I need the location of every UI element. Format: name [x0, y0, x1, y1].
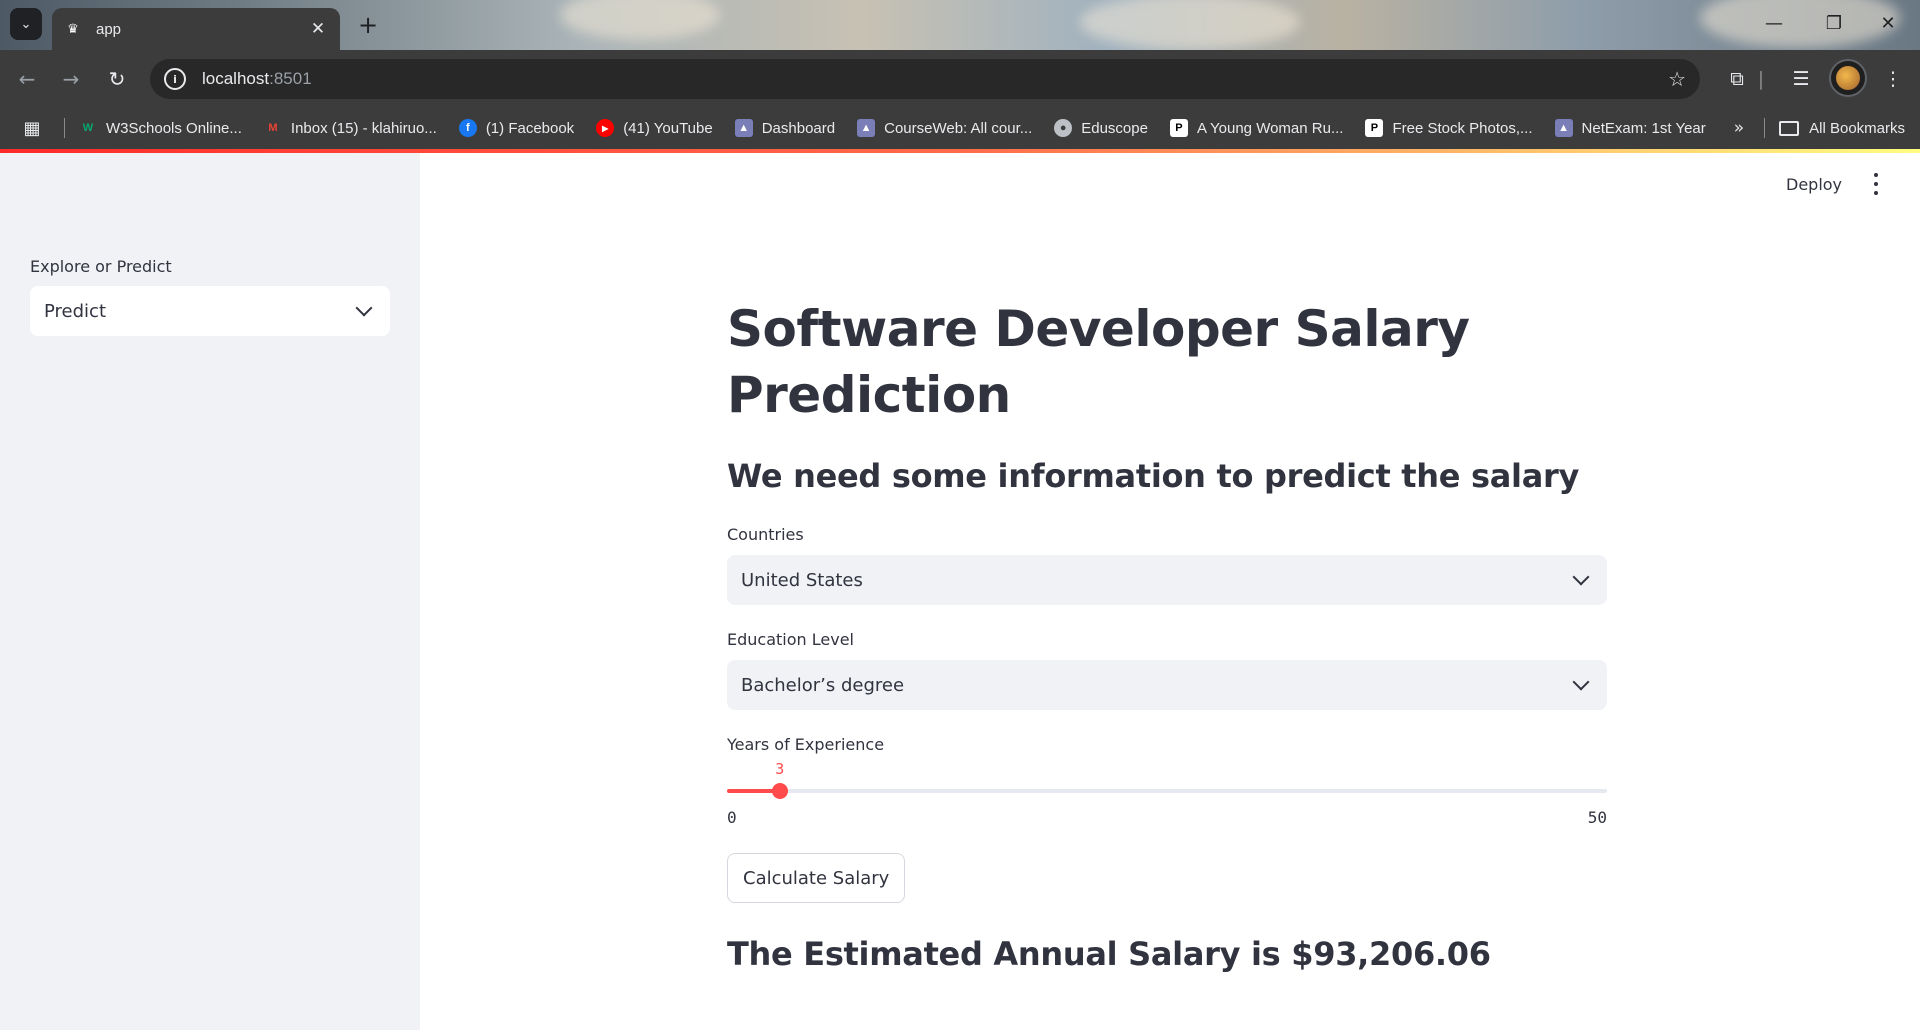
countries-select[interactable]: United States: [727, 555, 1607, 605]
bookmarks-bar: ▦ W W3Schools Online... M Inbox (15) - kla…: [0, 107, 1920, 149]
select-value: Predict: [44, 300, 106, 322]
bookmark-item[interactable]: P Free Stock Photos,...: [1365, 119, 1533, 137]
page-title: Software Developer Salary Prediction: [727, 300, 1470, 424]
bookmark-item[interactable]: W W3Schools Online...: [79, 119, 242, 137]
new-tab-button[interactable]: +: [354, 12, 382, 40]
close-icon[interactable]: ✕: [308, 19, 328, 39]
browser-tab-active[interactable]: ♛ app ✕: [52, 8, 340, 50]
bookmark-item[interactable]: ● Eduscope: [1054, 119, 1148, 137]
url-port: :8501: [269, 69, 312, 88]
url-host: localhost: [202, 69, 270, 88]
extensions-puzzle-icon[interactable]: ⧉: [1722, 64, 1752, 94]
bookmarks-divider: [64, 118, 65, 138]
university-icon: ▲: [734, 119, 753, 137]
countries-value: United States: [741, 569, 863, 591]
youtube-icon: ▶: [596, 119, 615, 137]
bookmark-label: Dashboard: [761, 119, 836, 137]
education-value: Bachelor’s degree: [741, 674, 905, 696]
sidebar: Explore or Predict Predict: [0, 153, 420, 1030]
deploy-button[interactable]: Deploy: [1786, 175, 1842, 194]
bookmark-label: Inbox (15) - klahiruo...: [290, 119, 437, 137]
profile-avatar[interactable]: [1829, 59, 1867, 97]
bookmark-item[interactable]: ▶ (41) YouTube: [596, 119, 713, 137]
pexels-icon: P: [1169, 119, 1188, 137]
browser-toolbar: ← → ↻ i localhost:8501 ☆ ⧉ | ☰ ⋮: [0, 50, 1920, 107]
bookmark-star-icon[interactable]: ☆: [1668, 67, 1686, 91]
chevron-down-icon: [1572, 568, 1590, 586]
window-close-button[interactable]: ✕: [1868, 10, 1908, 38]
university-icon: ▲: [1554, 119, 1573, 137]
page-subtitle: We need some information to predict the …: [727, 457, 1580, 495]
chevron-down-icon: ⌄: [20, 16, 32, 32]
address-bar[interactable]: i localhost:8501 ☆: [150, 59, 1700, 99]
sidebar-select-label: Explore or Predict: [30, 257, 172, 276]
university-icon: ▲: [857, 119, 876, 137]
tab-search-button[interactable]: ⌄: [10, 8, 42, 40]
main-menu-kebab-icon[interactable]: [1866, 171, 1886, 197]
education-label: Education Level: [727, 630, 854, 649]
experience-label: Years of Experience: [727, 735, 885, 754]
bookmark-label: A Young Woman Ru...: [1196, 119, 1344, 137]
all-bookmarks-button[interactable]: All Bookmarks: [1779, 120, 1905, 137]
countries-label: Countries: [727, 525, 804, 544]
bookmark-label: (1) Facebook: [485, 119, 575, 137]
slider-thumb[interactable]: [771, 783, 788, 799]
bookmark-item[interactable]: P A Young Woman Ru...: [1169, 119, 1344, 137]
bookmark-item[interactable]: ▲ NetExam: 1st Year: [1554, 119, 1706, 137]
folder-icon: [1779, 120, 1800, 136]
restore-button[interactable]: ❐: [1814, 10, 1854, 38]
avatar-image: [1836, 66, 1860, 90]
tab-title: app: [96, 20, 122, 38]
site-info-icon[interactable]: i: [164, 68, 186, 90]
main-content: Deploy Software Developer Salary Predict…: [420, 153, 1920, 1030]
experience-slider[interactable]: [727, 783, 1607, 799]
reload-icon[interactable]: ↻: [102, 64, 132, 94]
calculate-salary-button[interactable]: Calculate Salary: [727, 853, 906, 903]
bookmark-item[interactable]: f (1) Facebook: [458, 119, 575, 137]
browser-menu-icon[interactable]: ⋮: [1878, 64, 1908, 94]
pexels-icon: P: [1365, 119, 1384, 137]
back-arrow-icon[interactable]: ←: [12, 64, 42, 94]
explore-predict-select[interactable]: Predict: [30, 286, 390, 336]
slider-value: 3: [775, 760, 785, 778]
all-bookmarks-label: All Bookmarks: [1809, 119, 1906, 137]
streamlit-crown-icon: ♛: [67, 21, 79, 37]
wallpaper-cloud: [1080, 0, 1300, 50]
bookmark-label: Free Stock Photos,...: [1392, 119, 1533, 137]
bookmark-label: CourseWeb: All cour...: [884, 119, 1033, 137]
chevron-down-icon: [1572, 673, 1590, 691]
toolbar-divider: |: [1757, 68, 1765, 90]
slider-max-label: 50: [1587, 808, 1607, 827]
slider-min-label: 0: [727, 808, 737, 827]
salary-result: The Estimated Annual Salary is $93,206.0…: [727, 935, 1491, 973]
gmail-icon: M: [268, 122, 278, 134]
wallpaper-cloud: [560, 0, 720, 40]
minimize-button[interactable]: —: [1754, 10, 1794, 38]
bookmark-item[interactable]: ▲ Dashboard: [734, 119, 836, 137]
bookmark-label: Eduscope: [1081, 119, 1148, 137]
browser-titlebar: ⌄ ♛ app ✕ + — ❐ ✕: [0, 0, 1920, 50]
bookmark-item[interactable]: ▲ CourseWeb: All cour...: [857, 119, 1032, 137]
globe-icon: ●: [1054, 119, 1073, 137]
facebook-icon: f: [458, 119, 477, 137]
chevron-down-icon: [355, 299, 373, 317]
bookmark-label: NetExam: 1st Year: [1581, 119, 1706, 137]
bookmark-label: W3Schools Online...: [106, 119, 242, 137]
media-queue-icon[interactable]: ☰: [1786, 64, 1816, 94]
bookmark-label: (41) YouTube: [623, 119, 713, 137]
education-select[interactable]: Bachelor’s degree: [727, 660, 1607, 710]
apps-grid-icon[interactable]: ▦: [0, 107, 64, 149]
forward-arrow-icon[interactable]: →: [56, 64, 86, 94]
bookmarks-divider: [1764, 118, 1766, 138]
more-bookmarks-chevron-icon[interactable]: »: [1734, 118, 1744, 138]
bookmark-item[interactable]: M Inbox (15) - klahiruo...: [264, 119, 437, 137]
w3schools-icon: W: [82, 122, 94, 134]
